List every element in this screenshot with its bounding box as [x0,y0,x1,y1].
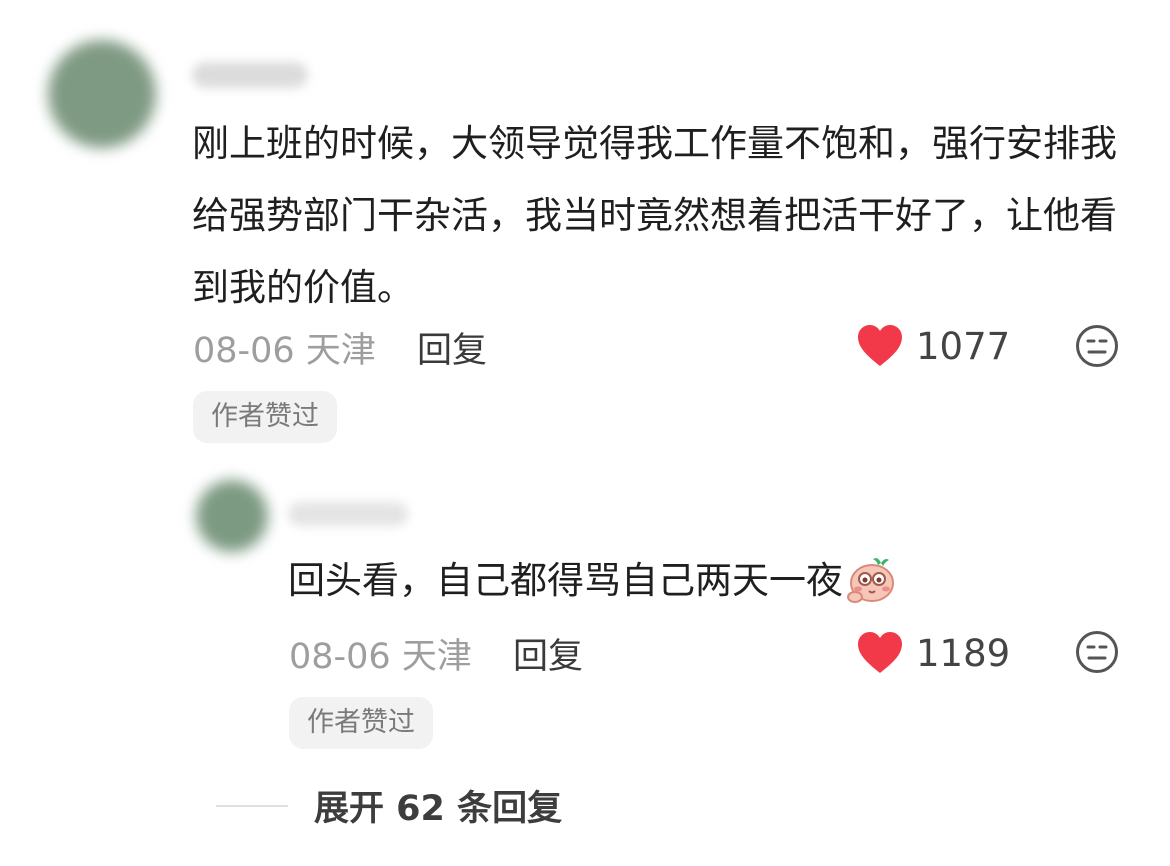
divider-line [216,804,288,807]
comment-date: 08-06 [193,331,295,371]
reply-text: 回头看，自己都得骂自己两天一夜 [288,559,843,602]
reply-author-liked-badge: 作者赞过 [289,697,433,749]
comment-meta: 08-06 天津 回复 [193,322,487,373]
like-button[interactable]: 1077 [856,324,1010,368]
reply-date: 08-06 [289,637,391,677]
comment-location: 天津 [305,331,376,371]
reply-like-count: 1189 [916,631,1011,675]
heart-icon [858,632,902,673]
reply-text-row: 回头看，自己都得骂自己两天一夜 [288,545,1008,617]
reply-username[interactable] [288,502,408,526]
reply-avatar[interactable] [196,480,268,552]
dislike-face-icon[interactable] [1075,630,1119,674]
reply-like-button[interactable]: 1189 [856,631,1010,675]
dislike-face-icon[interactable] [1075,324,1119,368]
like-count: 1077 [916,324,1011,368]
comment-text: 刚上班的时候，大领导觉得我工作量不饱和，强行安排我给强势部门干杂活，我当时竟然想… [192,122,1117,309]
reply-reply-button[interactable]: 回复 [513,637,583,677]
author-liked-badge: 作者赞过 [193,391,337,443]
avatar[interactable] [48,40,156,148]
blushing-face-emoji-icon [847,558,894,603]
expand-replies-button[interactable]: 展开 62 条回复 [216,780,562,831]
username[interactable] [192,62,308,88]
heart-icon [858,325,902,366]
reply-meta: 08-06 天津 回复 [289,628,583,679]
reply-button[interactable]: 回复 [417,331,487,371]
reply-location: 天津 [401,637,472,677]
expand-replies-label: 展开 62 条回复 [314,789,563,829]
